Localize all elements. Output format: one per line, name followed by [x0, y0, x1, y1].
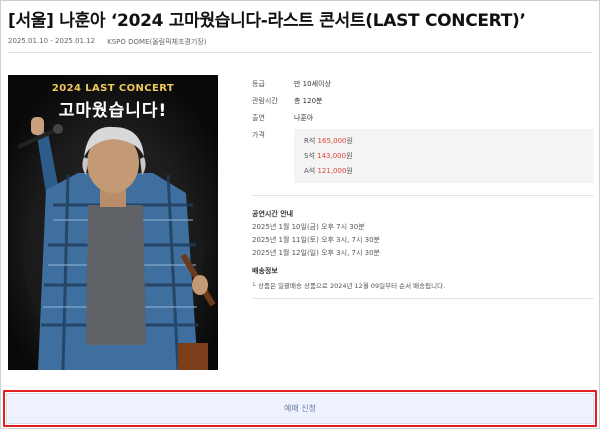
seat-grade: R석 [304, 137, 318, 145]
rating-value: 만 10세이상 [294, 79, 331, 88]
divider [252, 195, 594, 196]
runtime-value: 총 120분 [294, 96, 323, 105]
schedule-item: 2025년 1월 11일(토) 오후 3시, 7시 30분 [252, 236, 380, 244]
event-meta: 2025.01.10 - 2025.01.12 KSPO DOME(올림픽체조경… [8, 37, 206, 47]
price-amount: 165,000 [317, 137, 347, 145]
seat-grade: A석 [304, 167, 318, 175]
page-title: [서울] 나훈아 ‘2024 고마웠습니다-라스트 콘서트(LAST CONCE… [8, 11, 526, 31]
seat-grade: S석 [304, 152, 318, 160]
apply-viewing-button[interactable]: 예매 신청 [6, 393, 594, 424]
price-unit: 원 [346, 167, 353, 175]
price-unit: 원 [346, 137, 353, 145]
price-amount: 143,000 [317, 152, 347, 160]
event-venue: KSPO DOME(올림픽체조경기장) [107, 38, 207, 46]
poster-image: 2024 LAST CONCERT 고마웠습니다! [8, 75, 218, 370]
price-item: R석 165,000원 [304, 136, 594, 151]
rating-label: 등급 [252, 79, 265, 88]
info-row-rating: 등급 만 10세이상 [252, 75, 594, 92]
divider [252, 298, 594, 299]
price-item: S석 143,000원 [304, 151, 594, 166]
poster-title: 고마웠습니다! [58, 101, 168, 121]
cast-label: 출연 [252, 113, 265, 122]
delivery-title: 배송정보 [252, 267, 278, 275]
schedule-item: 2025년 1월 10일(금) 오후 7시 30분 [252, 223, 365, 231]
price-unit: 원 [346, 152, 353, 160]
price-amount: 121,000 [317, 167, 347, 175]
price-label: 가격 [252, 131, 265, 139]
info-row-cast: 출연 나훈아 [252, 109, 594, 126]
schedule-title: 공연시간 안내 [252, 210, 294, 218]
schedule-item: 2025년 1월 12일(일) 오후 3시, 7시 30분 [252, 249, 380, 257]
event-info: 등급 만 10세이상 관람시간 총 120분 출연 나훈아 가격 R석 165,… [252, 75, 594, 299]
runtime-label: 관람시간 [252, 96, 278, 105]
cast-value: 나훈아 [294, 113, 314, 122]
divider [8, 52, 592, 53]
poster-subtitle: 2024 LAST CONCERT [51, 83, 175, 94]
price-item: A석 121,000원 [304, 166, 594, 181]
price-box: R석 165,000원 S석 143,000원 A석 121,000원 [294, 129, 594, 183]
info-row-price: 가격 R석 165,000원 S석 143,000원 A석 121,000원 [252, 129, 594, 183]
event-period: 2025.01.10 - 2025.01.12 [8, 37, 96, 45]
info-row-runtime: 관람시간 총 120분 [252, 92, 594, 109]
delivery-text: └ 상품은 일괄배송 상품으로 2024년 12월 09일부터 순서 배송됩니다… [252, 282, 446, 290]
